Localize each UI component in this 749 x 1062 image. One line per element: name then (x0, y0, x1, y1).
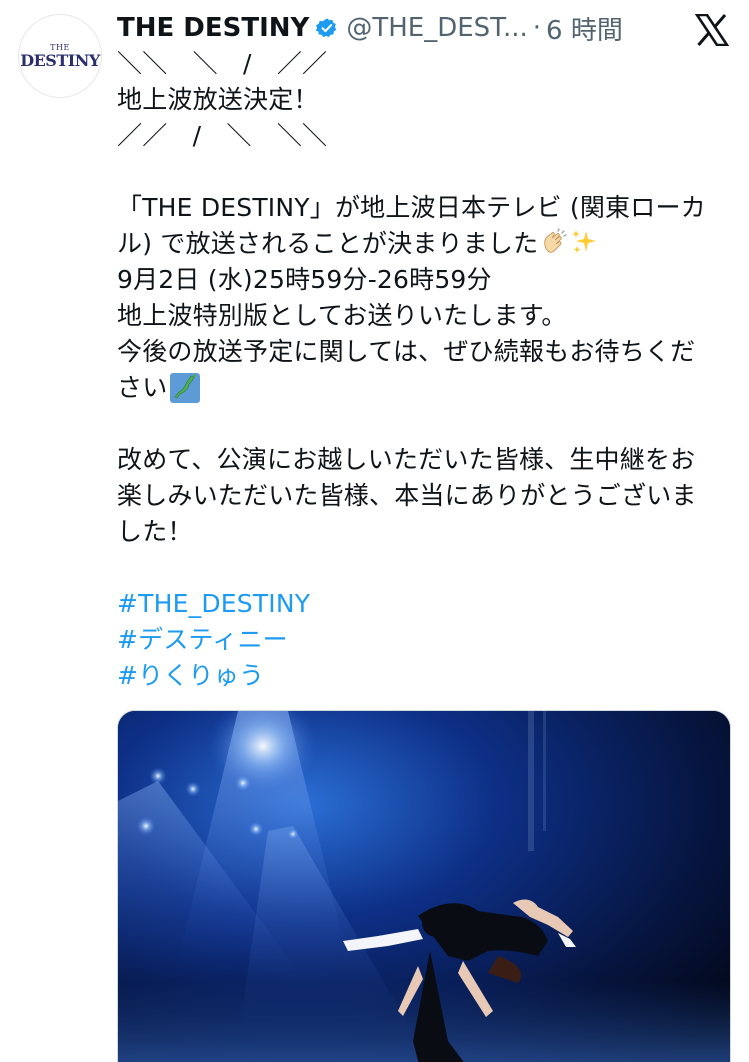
post-text-segment: ル) で放送されることが決まりました (117, 229, 539, 258)
user-handle[interactable]: @THE_DEST... (346, 13, 527, 43)
hashtag-link[interactable]: #THE_DESTINY (117, 586, 732, 622)
post-text-line-with-emoji: さい (117, 370, 732, 406)
post-text-line: 「THE DESTINY」が地上波日本テレビ (関東ローカ (117, 193, 706, 222)
post-text-line: 地上波特別版としてお送りいたします。 (117, 301, 567, 330)
decoration-line-bottom: ／／ / ＼ ＼＼ (117, 121, 328, 150)
tweet: THE DESTINY THE DESTINY @THE_DEST... · 6… (0, 0, 749, 1062)
avatar-logo-big: DESTINY (20, 50, 100, 70)
post-text-line: した！ (117, 517, 193, 546)
post-text-line-with-emoji: ル) で放送されることが決まりました (117, 226, 732, 262)
hashtag-link[interactable]: #デスティニー (117, 622, 732, 658)
clapping-hands-icon (540, 228, 568, 256)
x-logo-icon[interactable] (694, 13, 730, 47)
decoration-line-top: ＼＼ ＼ / ／／ (117, 49, 328, 78)
attached-photo[interactable] (117, 710, 731, 1062)
japan-map-icon (169, 372, 201, 404)
hashtag-link[interactable]: #りくりゅう (117, 658, 732, 694)
post-text-line: 改めて、公演にお越しいただいた皆様、生中継をお (117, 445, 696, 474)
post-timestamp[interactable]: 6 時間 (546, 10, 623, 47)
display-name[interactable]: THE DESTINY (117, 13, 309, 43)
avatar[interactable]: THE DESTINY (18, 14, 102, 98)
announcement-headline: 地上波放送決定！ (117, 85, 319, 114)
post-text-segment: さい (117, 373, 168, 402)
header-separator: · (532, 13, 542, 43)
tweet-header: THE DESTINY @THE_DEST... · 6 時間 (117, 10, 689, 46)
post-text: ＼＼ ＼ / ／／ 地上波放送決定！ ／／ / ＼ ＼＼ 「THE DESTIN… (117, 46, 732, 694)
verified-badge-icon (316, 17, 338, 39)
photo-figure-skating-pair (118, 711, 730, 1062)
sparkles-icon (570, 228, 598, 256)
post-text-line: 今後の放送予定に関しては、ぜひ続報もお待ちくだ (117, 337, 696, 366)
broadcast-date: 9月2日 (水)25時59分-26時59分 (117, 265, 492, 294)
post-text-line: 楽しみいただいた皆様、本当にありがとうございま (117, 481, 697, 510)
